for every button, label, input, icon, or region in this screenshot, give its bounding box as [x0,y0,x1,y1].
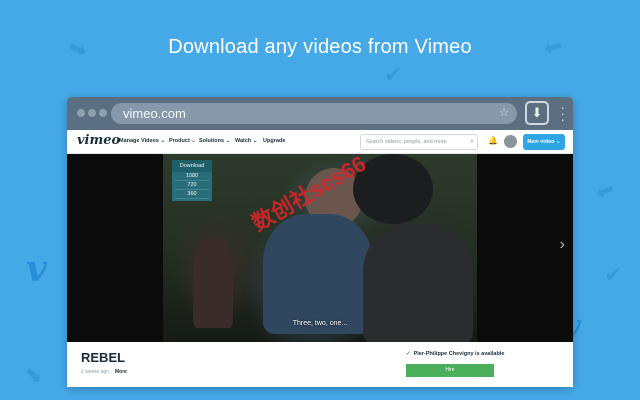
nav-manage-videos[interactable]: Manage Videos ⌄ [119,138,165,144]
star-icon[interactable]: ☆ [499,103,509,124]
vimeo-navbar: vimeo Manage Videos ⌄ Product ⌄ Solution… [67,130,573,154]
address-bar[interactable]: vimeo.com ☆ [111,103,517,124]
nav-upgrade[interactable]: Upgrade [263,138,285,144]
download-option-720[interactable]: 720 [175,181,209,190]
download-option-360[interactable]: 360 [175,190,209,199]
window-dot[interactable] [77,109,85,117]
vimeo-logo[interactable]: vimeo [77,133,120,148]
nav-solutions[interactable]: Solutions ⌄ [199,138,230,144]
video-figure [263,214,373,334]
download-extension-button[interactable]: ⬇ [525,101,549,125]
bell-icon[interactable]: 🔔 [488,136,498,145]
vimeo-v-icon: v [26,248,47,290]
window-dot[interactable] [99,109,107,117]
arrow-down-icon: ⬊ [24,362,43,387]
download-panel: Download 1080 720 360 [172,160,212,201]
vimeo-search-input[interactable]: Search videos, people, and more ⌕ [360,134,478,150]
arrow-down-icon: ⬋ [592,175,619,206]
video-subtitle: Three, two, one... [292,320,348,327]
nav-watch[interactable]: Watch ⌄ [235,138,257,144]
browser-toolbar: vimeo.com ☆ ⬇ · · · [67,97,573,130]
browser-window: vimeo.com ☆ ⬇ · · · vimeo Manage Videos ⌄ … [67,97,573,387]
new-video-button[interactable]: New video ⌄ [523,134,565,150]
check-icon: ✔ [406,351,411,357]
availability-text: Pier-Philippe Chevigny is available [413,351,505,357]
video-figure [193,238,233,328]
video-player[interactable]: Three, two, one... Download 1080 720 360… [67,151,573,344]
hire-button[interactable]: Hire [406,364,494,377]
search-icon[interactable]: ⌕ [470,135,474,149]
search-placeholder: Search videos, people, and more [366,139,447,145]
download-arrow-icon: ⬇ [531,105,543,120]
download-options: 1080 720 360 [175,172,209,199]
video-info: REBEL 2 weeks ago More ✔ Pier-Philippe Ch… [67,342,573,387]
kebab-menu-icon[interactable]: · · · [560,100,565,126]
window-dot[interactable] [88,109,96,117]
address-text: vimeo.com [123,106,186,121]
video-title: REBEL [81,350,126,365]
nav-product[interactable]: Product ⌄ [169,138,196,144]
check-icon: ✔ [384,62,403,87]
download-option-1080[interactable]: 1080 [175,172,209,181]
availability-note: ✔ Pier-Philippe Chevigny is available [406,351,504,357]
check-icon: ✔ [604,262,623,287]
next-video-chevron-icon[interactable]: › [560,236,565,254]
more-link[interactable]: More [115,369,127,375]
video-date: 2 weeks ago [81,369,110,375]
avatar[interactable] [504,135,517,148]
download-panel-header: Download [172,160,212,172]
